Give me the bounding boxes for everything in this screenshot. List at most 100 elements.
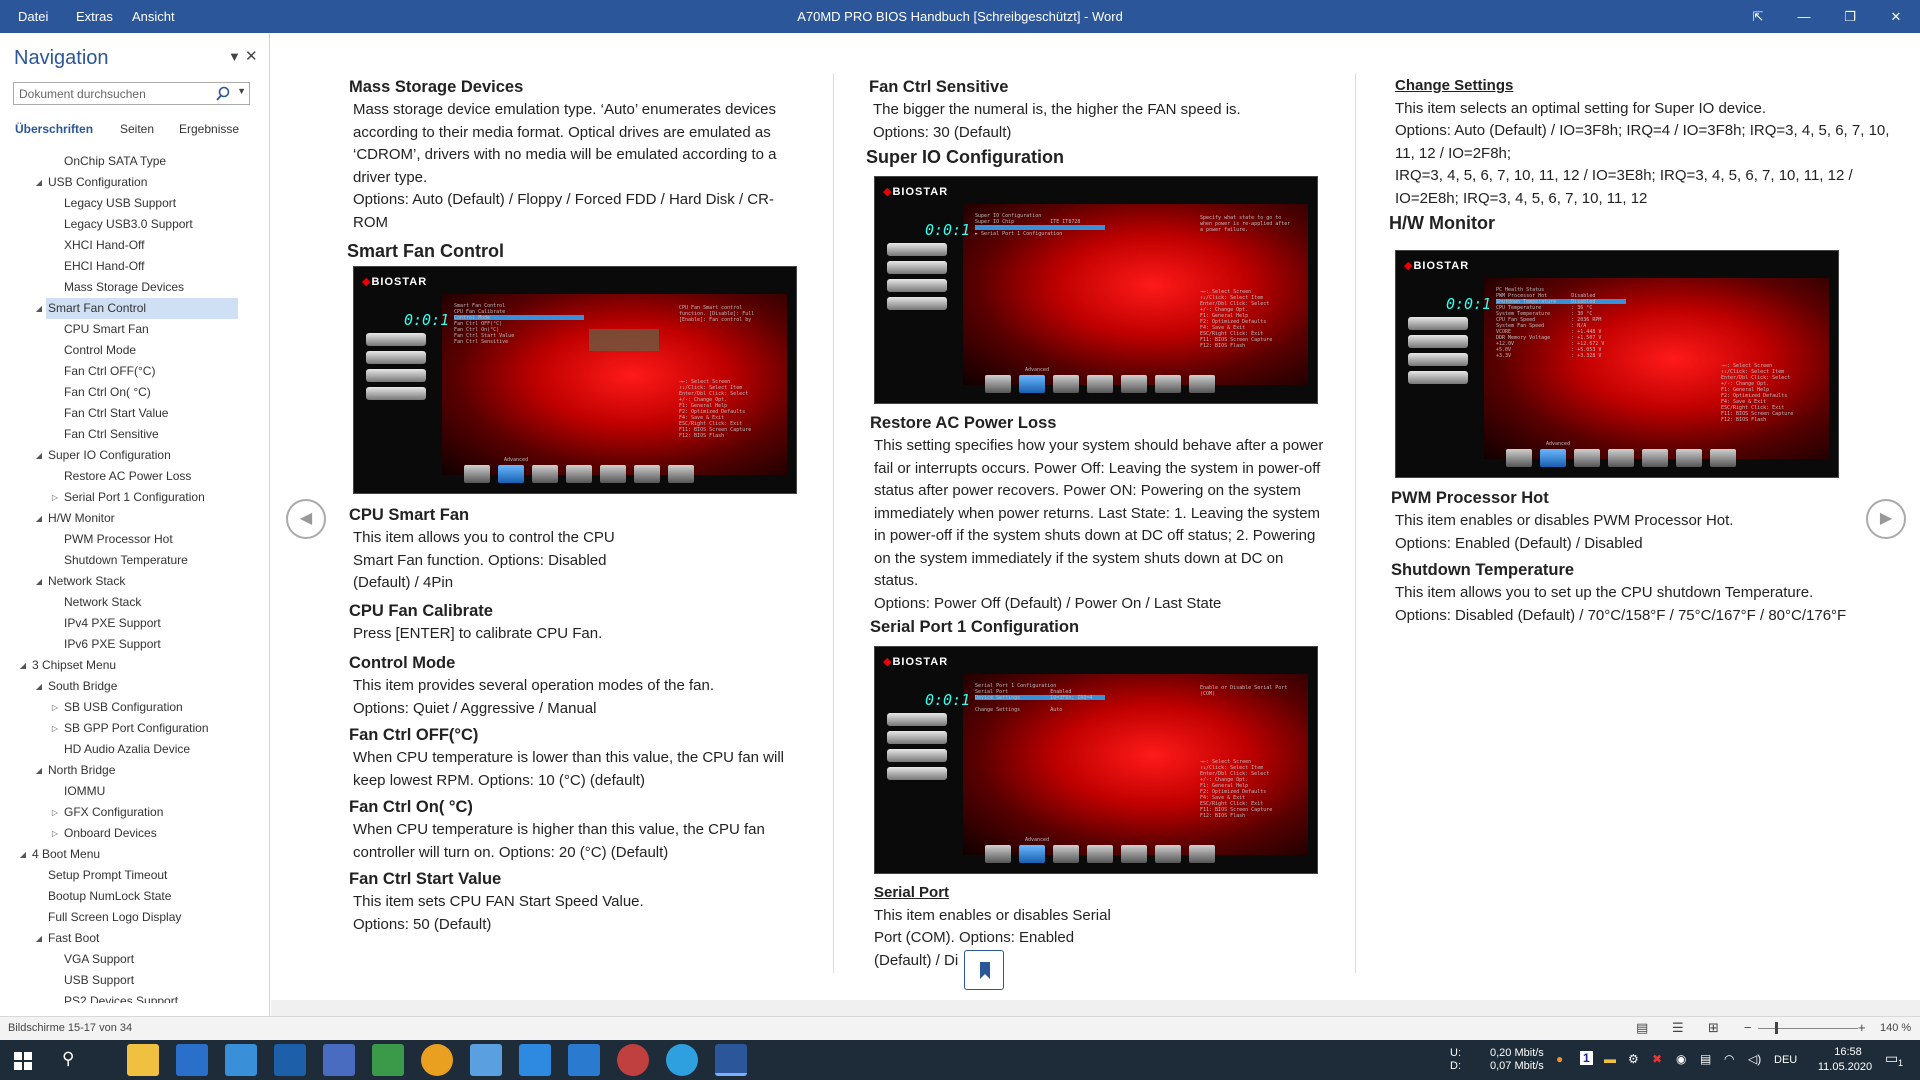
windows-start-icon[interactable] <box>14 1052 32 1070</box>
web-layout-icon[interactable]: ⊞ <box>1708 1020 1719 1036</box>
zoom-out-icon[interactable]: − <box>1744 1020 1752 1035</box>
read-mode-icon[interactable]: ▤ <box>1636 1020 1648 1036</box>
app-icon[interactable] <box>323 1044 355 1076</box>
nav-heading-item[interactable]: Fan Ctrl On( °C) <box>0 382 268 403</box>
nav-heading-item[interactable]: ◢ 3 Chipset Menu <box>0 655 268 676</box>
nav-heading-item[interactable]: ▷ Serial Port 1 Configuration <box>0 487 268 508</box>
zoom-in-icon[interactable]: + <box>1858 1020 1866 1035</box>
nav-heading-item[interactable]: ◢ Fast Boot <box>0 928 268 949</box>
nav-heading-item[interactable]: ▷ SB USB Configuration <box>0 697 268 718</box>
nav-heading-item[interactable]: OnChip SATA Type <box>0 151 268 172</box>
notification-icon[interactable]: ▭ <box>1885 1050 1898 1067</box>
clock-date[interactable]: 11.05.2020 <box>1810 1061 1880 1074</box>
nav-heading-item[interactable]: Legacy USB Support <box>0 193 268 214</box>
print-layout-icon[interactable]: ☰ <box>1672 1020 1684 1036</box>
collapse-right-icon[interactable]: ▷ <box>50 697 60 718</box>
nav-heading-item[interactable]: PWM Processor Hot <box>0 529 268 550</box>
expand-down-icon[interactable]: ◢ <box>34 172 44 193</box>
nav-heading-item[interactable]: IOMMU <box>0 781 268 802</box>
nav-heading-item[interactable]: IPv4 PXE Support <box>0 613 268 634</box>
tray-icon[interactable]: ✖ <box>1652 1052 1662 1066</box>
search-icon[interactable] <box>215 86 231 102</box>
expand-down-icon[interactable]: ◢ <box>34 508 44 529</box>
collapse-right-icon[interactable]: ▷ <box>50 487 60 508</box>
zoom-level[interactable]: 140 % <box>1880 1022 1911 1034</box>
expand-down-icon[interactable]: ◢ <box>18 655 28 676</box>
menu-ansicht[interactable]: Ansicht <box>132 0 175 33</box>
nav-heading-item[interactable]: IPv6 PXE Support <box>0 634 268 655</box>
nav-heading-item[interactable]: Mass Storage Devices <box>0 277 268 298</box>
nav-heading-item[interactable]: ◢ Network Stack <box>0 571 268 592</box>
nav-heading-item[interactable]: ◢ South Bridge <box>0 676 268 697</box>
nav-heading-item[interactable]: ◢ USB Configuration <box>0 172 268 193</box>
volume-icon[interactable]: ◁) <box>1748 1052 1761 1066</box>
app-icon[interactable] <box>617 1044 649 1076</box>
nav-heading-item[interactable]: Fan Ctrl OFF(°C) <box>0 361 268 382</box>
nav-heading-item[interactable]: Full Screen Logo Display <box>0 907 268 928</box>
expand-down-icon[interactable]: ◢ <box>18 844 28 865</box>
expand-down-icon[interactable]: ◢ <box>34 928 44 949</box>
nav-heading-item[interactable]: Fan Ctrl Sensitive <box>0 424 268 445</box>
language-indicator[interactable]: DEU <box>1774 1054 1797 1067</box>
maximize-icon[interactable]: ❐ <box>1827 0 1873 33</box>
menu-extras[interactable]: Extras <box>76 0 113 33</box>
nav-heading-item[interactable]: Setup Prompt Timeout <box>0 865 268 886</box>
collapse-right-icon[interactable]: ▷ <box>50 718 60 739</box>
nav-heading-item[interactable]: ◢ 4 Boot Menu <box>0 844 268 865</box>
nav-heading-item[interactable]: CPU Smart Fan <box>0 319 268 340</box>
app-icon[interactable] <box>470 1044 502 1076</box>
wifi-icon[interactable]: ◠ <box>1724 1052 1734 1066</box>
tray-icon[interactable]: ◉ <box>1676 1052 1686 1066</box>
nav-heading-item[interactable]: ▷ SB GPP Port Configuration <box>0 718 268 739</box>
nav-heading-item[interactable]: Fan Ctrl Start Value <box>0 403 268 424</box>
collapse-right-icon[interactable]: ▷ <box>50 823 60 844</box>
search-icon[interactable]: ⚲ <box>62 1049 74 1069</box>
menu-datei[interactable]: Datei <box>18 0 48 33</box>
app-icon[interactable] <box>225 1044 257 1076</box>
nav-close-icon[interactable]: ✕ <box>245 47 258 65</box>
telegram-icon[interactable] <box>666 1044 698 1076</box>
app-icon[interactable] <box>519 1044 551 1076</box>
expand-down-icon[interactable]: ◢ <box>34 676 44 697</box>
word-icon[interactable] <box>715 1044 747 1076</box>
tray-icon[interactable]: ▤ <box>1700 1052 1711 1066</box>
nav-heading-item[interactable]: ◢ Super IO Configuration <box>0 445 268 466</box>
tray-icon[interactable]: 1 <box>1580 1051 1593 1065</box>
previous-page-icon[interactable]: ◀ <box>286 499 326 539</box>
expand-down-icon[interactable]: ◢ <box>34 760 44 781</box>
close-icon[interactable]: ✕ <box>1873 0 1919 33</box>
search-dropdown-icon[interactable]: ▼ <box>237 86 246 96</box>
tray-icon[interactable]: ● <box>1556 1052 1563 1066</box>
nav-heading-item[interactable]: ◢ H/W Monitor <box>0 508 268 529</box>
tab-headings[interactable]: Überschriften <box>15 122 93 136</box>
collapse-right-icon[interactable]: ▷ <box>50 802 60 823</box>
nav-heading-item[interactable]: XHCI Hand-Off <box>0 235 268 256</box>
expand-down-icon[interactable]: ◢ <box>34 298 44 319</box>
clock-time[interactable]: 16:58 <box>1818 1046 1878 1059</box>
zoom-slider[interactable] <box>1758 1028 1858 1029</box>
nav-search-input[interactable]: Dokument durchsuchen ▼ <box>13 82 250 105</box>
minimize-icon[interactable]: — <box>1781 0 1827 33</box>
browser-icon[interactable] <box>421 1044 453 1076</box>
nav-heading-item[interactable]: VGA Support <box>0 949 268 970</box>
nav-heading-item[interactable]: HD Audio Azalia Device <box>0 739 268 760</box>
nav-heading-item[interactable]: Bootup NumLock State <box>0 886 268 907</box>
restore-view-icon[interactable]: ⇱ <box>1735 0 1781 33</box>
expand-down-icon[interactable]: ◢ <box>34 571 44 592</box>
nav-heading-item[interactable]: Shutdown Temperature <box>0 550 268 571</box>
nav-heading-item[interactable]: Legacy USB3.0 Support <box>0 214 268 235</box>
nav-heading-item[interactable]: ◢ North Bridge <box>0 760 268 781</box>
nav-heading-item[interactable]: Restore AC Power Loss <box>0 466 268 487</box>
app-icon[interactable] <box>274 1044 306 1076</box>
next-page-icon[interactable]: ▶ <box>1866 499 1906 539</box>
nav-heading-item[interactable]: ▷ GFX Configuration <box>0 802 268 823</box>
file-explorer-icon[interactable] <box>127 1044 159 1076</box>
nav-heading-item[interactable]: EHCI Hand-Off <box>0 256 268 277</box>
nav-heading-item[interactable]: ▷ Onboard Devices <box>0 823 268 844</box>
nav-heading-item[interactable]: Network Stack <box>0 592 268 613</box>
nav-heading-item[interactable]: PS2 Devices Support <box>0 991 268 1003</box>
nav-heading-item[interactable]: Control Mode <box>0 340 268 361</box>
tray-icon[interactable]: ▬ <box>1604 1052 1616 1066</box>
bookmark-icon[interactable] <box>964 950 1004 990</box>
tray-icon[interactable]: ⚙ <box>1628 1052 1639 1066</box>
